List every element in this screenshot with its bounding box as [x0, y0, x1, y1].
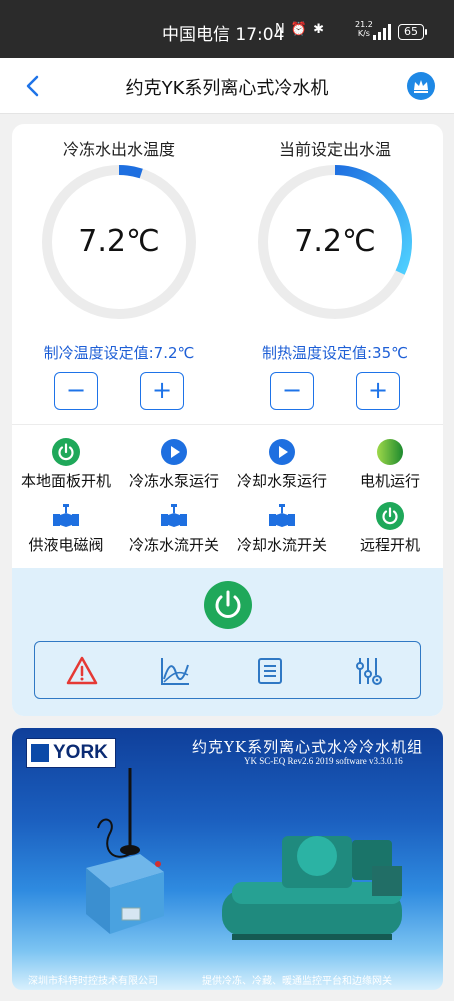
gauge-value-setpoint: 7.2℃ [294, 224, 376, 259]
cooling-increase-button[interactable]: + [140, 372, 184, 410]
power-button[interactable] [204, 581, 252, 629]
settings-icon[interactable] [352, 655, 384, 687]
gateway-device-icon [86, 854, 164, 934]
tool-bar [34, 641, 421, 699]
cooling-setpoint-label: 制冷温度设定值:7.2℃ [43, 344, 195, 362]
power-icon [215, 590, 241, 618]
status-label: 冷冻水泵运行 [128, 472, 219, 490]
chart-icon[interactable] [159, 655, 191, 687]
valve-icon [161, 504, 187, 527]
network-speed: 21.2 K/s [355, 20, 373, 38]
york-mark-icon [31, 744, 49, 762]
list-icon[interactable] [254, 655, 286, 687]
banner-title: 约克YK系列离心式水冷冷水机组 [192, 738, 424, 756]
speed-value: 21.2 [355, 20, 373, 29]
chiller-unit-icon [222, 836, 402, 940]
heating-increase-button[interactable]: + [356, 372, 400, 410]
green-dot-icon [377, 439, 403, 465]
main-card: 冷冻水出水温度 7.2℃ 当前设定出水温 7.2℃ 制冷温度设定值:7.2℃ 制… [12, 124, 443, 716]
banner-footer-slogan: 提供冷冻、冷藏、暖通监控平台和边缘网关 [202, 976, 392, 987]
control-panel [12, 568, 443, 716]
heating-decrease-button[interactable]: − [270, 372, 314, 410]
battery-icon: 65 [398, 24, 424, 40]
play-icon [161, 439, 187, 465]
york-logo: YORK [26, 738, 116, 768]
status-bar: 中国电信 17:04 N ⏰ ✱ 21.2 K/s 65 [0, 0, 454, 58]
status-label: 冷冻水流开关 [128, 536, 219, 554]
power-icon [52, 438, 80, 466]
gauge-title-chilled-water: 冷冻水出水温度 [62, 140, 175, 159]
battery-cap [425, 29, 427, 35]
york-logo-text: YORK [53, 742, 108, 763]
status-icons: N ⏰ ✱ [275, 22, 326, 37]
carrier-time: 中国电信 17:04 [162, 25, 285, 45]
gauge-title-setpoint: 当前设定出水温 [278, 140, 391, 159]
valve-icon [269, 504, 295, 527]
warning-icon[interactable] [66, 655, 98, 687]
gauge-arc [118, 165, 143, 179]
cooling-decrease-button[interactable]: − [54, 372, 98, 410]
gauge-value-chilled-water: 7.2℃ [78, 224, 160, 259]
power-icon [376, 502, 404, 530]
nav-bar: 约克YK系列离心式冷水机 [0, 58, 454, 114]
status-label: 供液电磁阀 [28, 536, 104, 554]
play-icon [269, 439, 295, 465]
signal-icon [373, 24, 391, 40]
status-label: 远程开机 [359, 536, 420, 554]
status-label: 冷却水流开关 [236, 536, 327, 554]
heating-setpoint-label: 制热温度设定值:35℃ [262, 344, 408, 362]
status-label: 电机运行 [359, 472, 420, 490]
section-divider [12, 424, 443, 425]
banner-footer-company: 深圳市科特时控技术有限公司 [28, 976, 158, 987]
banner-version: YK SC-EQ Rev2.6 2019 software v3.3.0.16 [244, 756, 403, 766]
speed-unit: K/s [357, 29, 370, 38]
status-label: 冷却水泵运行 [236, 472, 327, 490]
page-title: 约克YK系列离心式冷水机 [125, 78, 329, 99]
status-label: 本地面板开机 [20, 472, 111, 490]
crown-icon[interactable] [407, 72, 435, 100]
product-banner: YORK 约克YK系列离心式水冷冷水机组 YK SC-EQ Rev2.6 201… [12, 728, 443, 990]
valve-icon [53, 504, 79, 527]
